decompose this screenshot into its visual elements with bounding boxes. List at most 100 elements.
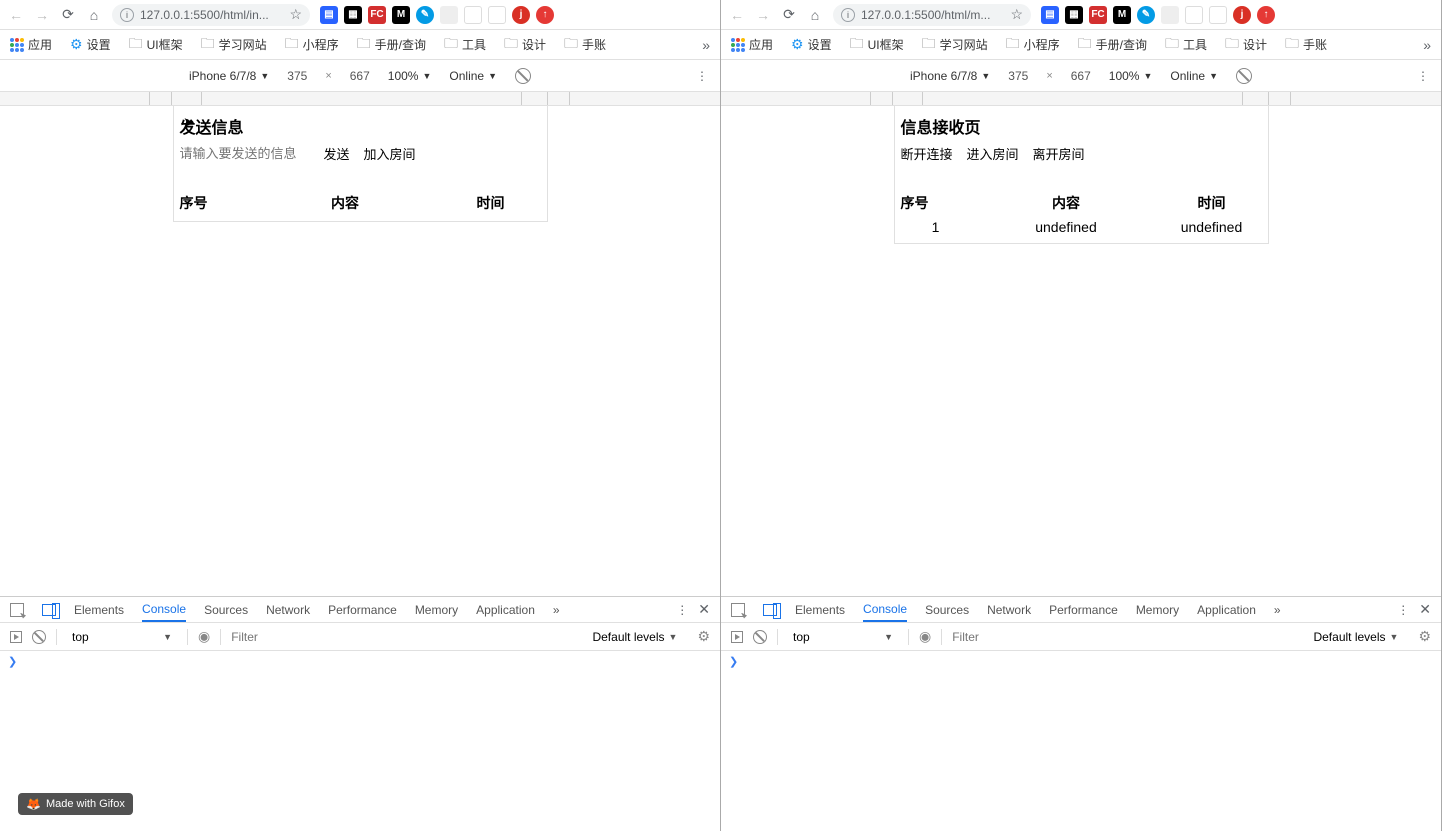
extension-icon[interactable]: G (1209, 6, 1227, 24)
log-levels-select[interactable]: Default levels▼ (1313, 630, 1398, 644)
kebab-menu-icon[interactable]: ⋮ (1417, 69, 1429, 83)
tab-sources[interactable]: Sources (925, 603, 969, 617)
bookmark-folder[interactable]: 🗀UI框架 (129, 33, 183, 57)
filter-input[interactable] (231, 630, 361, 644)
extension-icon[interactable]: ✎ (416, 6, 434, 24)
join-room-button[interactable]: 加入房间 (364, 144, 416, 163)
extension-icon[interactable]: ▤ (320, 6, 338, 24)
bookmark-folder[interactable]: 🗀学习网站 (201, 33, 267, 57)
live-expression-icon[interactable]: ◉ (198, 628, 210, 645)
extension-icon[interactable] (1161, 6, 1179, 24)
extension-icon[interactable]: ◐ (1185, 6, 1203, 24)
device-height[interactable]: 667 (350, 69, 370, 83)
reload-icon[interactable]: ⟳ (60, 7, 76, 23)
forward-icon[interactable]: → (755, 7, 771, 23)
back-icon[interactable]: ← (8, 7, 24, 23)
bookmark-folder[interactable]: 🗀设计 (1225, 33, 1267, 57)
extension-icon[interactable]: FC (1089, 6, 1107, 24)
extension-icon[interactable]: ◐ (464, 6, 482, 24)
bookmark-folder[interactable]: 🗀手账 (1285, 33, 1327, 57)
kebab-menu-icon[interactable]: ⋮ (696, 69, 708, 83)
element-picker-icon[interactable] (10, 603, 24, 617)
tab-sources[interactable]: Sources (204, 603, 248, 617)
log-levels-select[interactable]: Default levels▼ (592, 630, 677, 644)
extension-icon[interactable]: G (488, 6, 506, 24)
device-width[interactable]: 375 (287, 69, 307, 83)
device-select[interactable]: iPhone 6/7/8▼ (189, 69, 269, 83)
send-button[interactable]: 发送 (324, 144, 350, 163)
context-select[interactable]: top▼ (67, 627, 177, 647)
tab-console[interactable]: Console (142, 602, 186, 622)
tab-memory[interactable]: Memory (1136, 603, 1179, 617)
rotate-icon[interactable] (1236, 68, 1252, 84)
extension-icon[interactable]: M (392, 6, 410, 24)
apps-button[interactable]: 应用 (10, 36, 52, 53)
tab-network[interactable]: Network (266, 603, 310, 617)
context-select[interactable]: top▼ (788, 627, 898, 647)
bookmark-folder[interactable]: 🗀手册/查询 (1078, 33, 1147, 57)
tab-network[interactable]: Network (987, 603, 1031, 617)
kebab-menu-icon[interactable]: ⋮ (1397, 603, 1409, 617)
home-icon[interactable]: ⌂ (86, 7, 102, 23)
bookmark-folder[interactable]: 🗀手册/查询 (357, 33, 426, 57)
zoom-select[interactable]: 100%▼ (388, 69, 432, 83)
tab-elements[interactable]: Elements (74, 603, 124, 617)
tab-application[interactable]: Application (1197, 603, 1256, 617)
extension-icon[interactable]: ▤ (1041, 6, 1059, 24)
tab-performance[interactable]: Performance (328, 603, 397, 617)
qr-icon[interactable]: ▦ (1065, 6, 1083, 24)
back-icon[interactable]: ← (729, 7, 745, 23)
bookmark-folder[interactable]: 🗀设计 (504, 33, 546, 57)
bookmark-folder[interactable]: 🗀工具 (444, 33, 486, 57)
reload-icon[interactable]: ⟳ (781, 7, 797, 23)
extension-icon[interactable]: ↑ (536, 6, 554, 24)
star-icon[interactable]: ☆ (1010, 6, 1023, 23)
device-height[interactable]: 667 (1071, 69, 1091, 83)
sidebar-toggle-icon[interactable] (10, 631, 22, 643)
device-select[interactable]: iPhone 6/7/8▼ (910, 69, 990, 83)
avatar-icon[interactable]: j (1233, 6, 1251, 24)
kebab-menu-icon[interactable]: ⋮ (676, 603, 688, 617)
filter-input[interactable] (952, 630, 1082, 644)
tab-memory[interactable]: Memory (415, 603, 458, 617)
bookmark-settings[interactable]: ⚙设置 (791, 36, 832, 53)
element-picker-icon[interactable] (731, 603, 745, 617)
close-icon[interactable]: ✕ (1419, 601, 1431, 618)
leave-room-button[interactable]: 离开房间 (1033, 144, 1085, 163)
tab-application[interactable]: Application (476, 603, 535, 617)
extension-icon[interactable]: M (1113, 6, 1131, 24)
address-bar[interactable]: i 127.0.0.1:5500/html/m... ☆ (833, 4, 1031, 26)
home-icon[interactable]: ⌂ (807, 7, 823, 23)
bookmark-settings[interactable]: ⚙设置 (70, 36, 111, 53)
overflow-icon[interactable]: » (702, 37, 710, 53)
address-bar[interactable]: i 127.0.0.1:5500/html/in... ☆ (112, 4, 310, 26)
tab-console[interactable]: Console (863, 602, 907, 622)
bookmark-folder[interactable]: 🗀小程序 (1006, 33, 1060, 57)
qr-icon[interactable]: ▦ (344, 6, 362, 24)
message-input[interactable] (180, 146, 310, 161)
bookmark-folder[interactable]: 🗀小程序 (285, 33, 339, 57)
throttle-select[interactable]: Online▼ (1170, 69, 1218, 83)
extension-icon[interactable]: ✎ (1137, 6, 1155, 24)
extension-icon[interactable]: ↑ (1257, 6, 1275, 24)
device-mode-icon[interactable] (42, 604, 56, 616)
disconnect-button[interactable]: 断开连接 (901, 144, 953, 163)
bookmark-folder[interactable]: 🗀学习网站 (922, 33, 988, 57)
tab-performance[interactable]: Performance (1049, 603, 1118, 617)
more-tabs-icon[interactable]: » (553, 603, 560, 617)
enter-room-button[interactable]: 进入房间 (967, 144, 1019, 163)
tab-elements[interactable]: Elements (795, 603, 845, 617)
throttle-select[interactable]: Online▼ (449, 69, 497, 83)
clear-console-icon[interactable] (753, 630, 767, 644)
avatar-icon[interactable]: j (512, 6, 530, 24)
zoom-select[interactable]: 100%▼ (1109, 69, 1153, 83)
rotate-icon[interactable] (515, 68, 531, 84)
extension-icon[interactable]: FC (368, 6, 386, 24)
more-tabs-icon[interactable]: » (1274, 603, 1281, 617)
device-width[interactable]: 375 (1008, 69, 1028, 83)
console-output[interactable]: ❯ (721, 651, 1441, 831)
overflow-icon[interactable]: » (1423, 37, 1431, 53)
settings-icon[interactable]: ⚙ (1418, 628, 1431, 645)
sidebar-toggle-icon[interactable] (731, 631, 743, 643)
star-icon[interactable]: ☆ (289, 6, 302, 23)
